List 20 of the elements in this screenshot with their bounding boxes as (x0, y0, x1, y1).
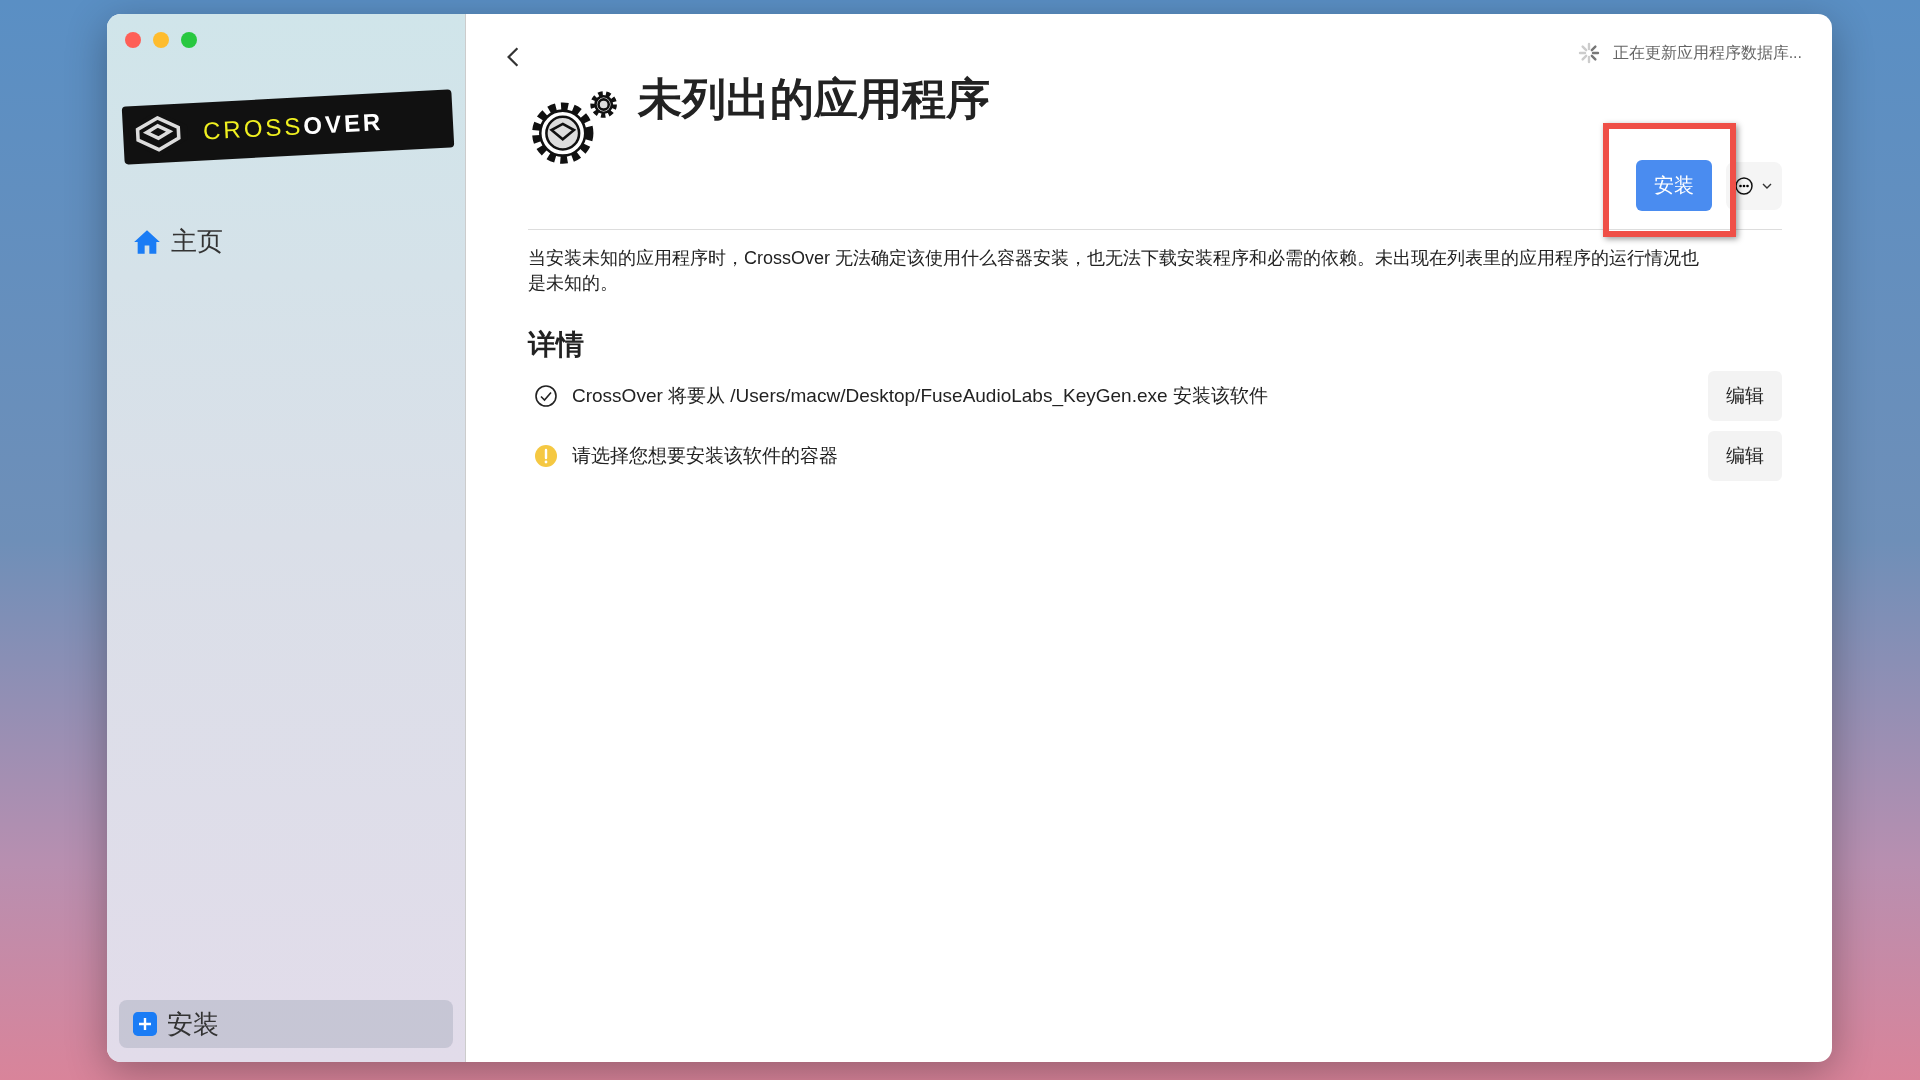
back-chevron-icon[interactable] (506, 46, 520, 68)
detail-text: 请选择您想要安装该软件的容器 (572, 444, 839, 468)
sidebar-item[interactable]: 主页 (123, 220, 233, 263)
plus-icon (133, 1012, 157, 1036)
minimize-window-button[interactable] (153, 32, 169, 48)
section-heading: 详情 (528, 328, 585, 362)
zoom-window-button[interactable] (181, 32, 197, 48)
warning-icon (534, 444, 558, 468)
ellipsis-chevron-icon (1734, 175, 1774, 196)
check-circle-icon (534, 384, 558, 408)
sidebar-install-button[interactable]: 安装 (119, 1000, 453, 1048)
close-window-button[interactable] (125, 32, 141, 48)
detail-text: CrossOver 将要从 /Users/macw/Desktop/FuseAudioLabs_KeyGen.exe 安装该软件 (572, 384, 1269, 409)
description-text: 当安装未知的应用程序时，CrossOver 无法确定该使用什么容器安装，也无法下载安装程序和必需的依赖。未出现在列表里的应用程序的运行情况也是未知的。 (528, 247, 1700, 295)
logo-text: CROSSOVER (202, 108, 384, 146)
page-title: 未列出的应用程序 (638, 73, 990, 125)
edit-button[interactable]: 编辑 (1708, 371, 1782, 421)
spinner-icon (1576, 41, 1601, 65)
status-text: 正在更新应用程序数据库... (1612, 42, 1802, 63)
edit-button[interactable]: 编辑 (1708, 431, 1782, 481)
